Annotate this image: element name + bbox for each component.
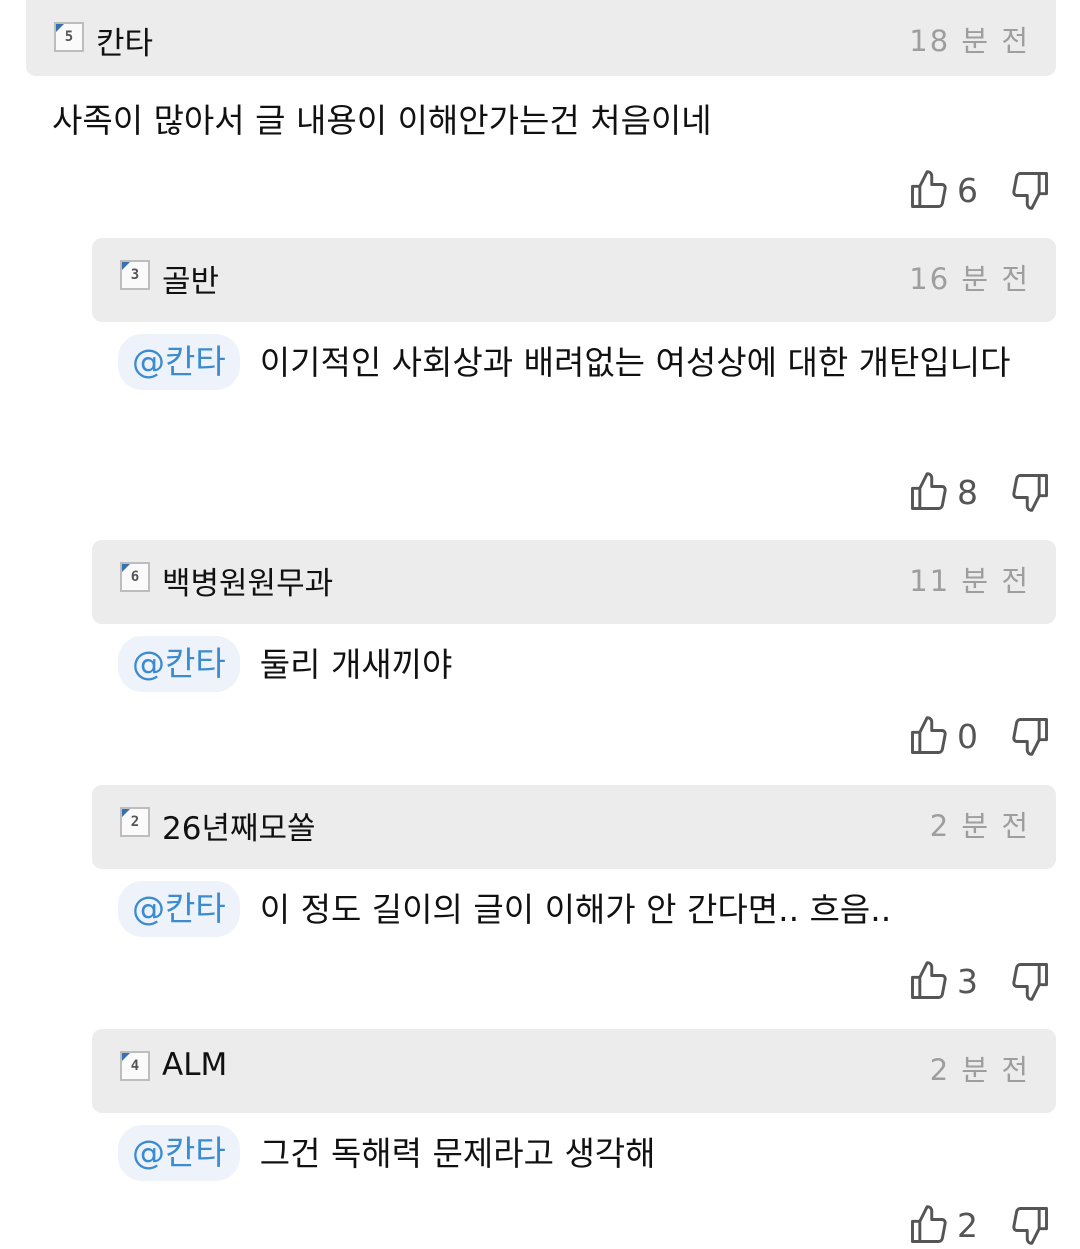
like-count: 6 bbox=[957, 170, 978, 210]
comment-text: @칸타 이기적인 사회상과 배려없는 여성상에 대한 개탄입니다 bbox=[118, 334, 1048, 392]
comment-header: 3 골반 16 분 전 bbox=[92, 238, 1056, 322]
timestamp: 18 분 전 bbox=[909, 24, 1030, 58]
thumbs-up-icon[interactable] bbox=[907, 1203, 951, 1247]
like-count: 2 bbox=[957, 1205, 978, 1245]
level-badge-icon: 2 bbox=[120, 807, 150, 837]
mention-tag[interactable]: @칸타 bbox=[118, 334, 240, 390]
username[interactable]: 칸타 bbox=[96, 18, 153, 63]
comment-text: @칸타 이 정도 길이의 글이 이해가 안 간다면.. 흐음.. bbox=[118, 881, 1048, 939]
comment-header: 6 백병원원무과 11 분 전 bbox=[92, 540, 1056, 624]
mention-tag[interactable]: @칸타 bbox=[118, 1125, 240, 1181]
level-badge-icon: 4 bbox=[120, 1051, 150, 1081]
username[interactable]: ALM bbox=[162, 1047, 227, 1083]
username[interactable]: 백병원원무과 bbox=[162, 558, 333, 603]
vote-bar: 2 bbox=[907, 1201, 1052, 1249]
username[interactable]: 26년째모쏠 bbox=[162, 803, 316, 848]
thumbs-down-icon[interactable] bbox=[1008, 168, 1052, 212]
timestamp: 2 분 전 bbox=[929, 809, 1030, 843]
mention-tag[interactable]: @칸타 bbox=[118, 636, 240, 692]
comment-text: @칸타 둘리 개새끼야 bbox=[118, 636, 1048, 694]
vote-bar: 6 bbox=[907, 166, 1052, 214]
comment-header: 2 26년째모쏠 2 분 전 bbox=[92, 785, 1056, 869]
timestamp: 2 분 전 bbox=[929, 1053, 1030, 1087]
username[interactable]: 골반 bbox=[162, 256, 219, 301]
thumbs-down-icon[interactable] bbox=[1008, 714, 1052, 758]
thumbs-up-icon[interactable] bbox=[907, 168, 951, 212]
level-badge-icon: 5 bbox=[54, 22, 84, 52]
like-count: 8 bbox=[957, 472, 978, 512]
vote-bar: 3 bbox=[907, 957, 1052, 1005]
thumbs-up-icon[interactable] bbox=[907, 714, 951, 758]
mention-tag[interactable]: @칸타 bbox=[118, 881, 240, 937]
thumbs-down-icon[interactable] bbox=[1008, 470, 1052, 514]
timestamp: 11 분 전 bbox=[909, 564, 1030, 598]
comment-header: 4 ALM 2 분 전 bbox=[92, 1029, 1056, 1113]
thumbs-up-icon[interactable] bbox=[907, 470, 951, 514]
thumbs-down-icon[interactable] bbox=[1008, 1203, 1052, 1247]
thumbs-down-icon[interactable] bbox=[1008, 959, 1052, 1003]
vote-bar: 8 bbox=[907, 468, 1052, 516]
vote-bar: 0 bbox=[907, 712, 1052, 760]
like-count: 3 bbox=[957, 961, 978, 1001]
comment-text: 사족이 많아서 글 내용이 이해안가는건 처음이네 bbox=[52, 101, 712, 140]
thumbs-up-icon[interactable] bbox=[907, 959, 951, 1003]
level-badge-icon: 6 bbox=[120, 562, 150, 592]
timestamp: 16 분 전 bbox=[909, 262, 1030, 296]
comment-header: 5 칸타 18 분 전 bbox=[26, 0, 1056, 76]
like-count: 0 bbox=[957, 716, 978, 756]
level-badge-icon: 3 bbox=[120, 260, 150, 290]
comment-text: @칸타 그건 독해력 문제라고 생각해 bbox=[118, 1125, 1048, 1183]
